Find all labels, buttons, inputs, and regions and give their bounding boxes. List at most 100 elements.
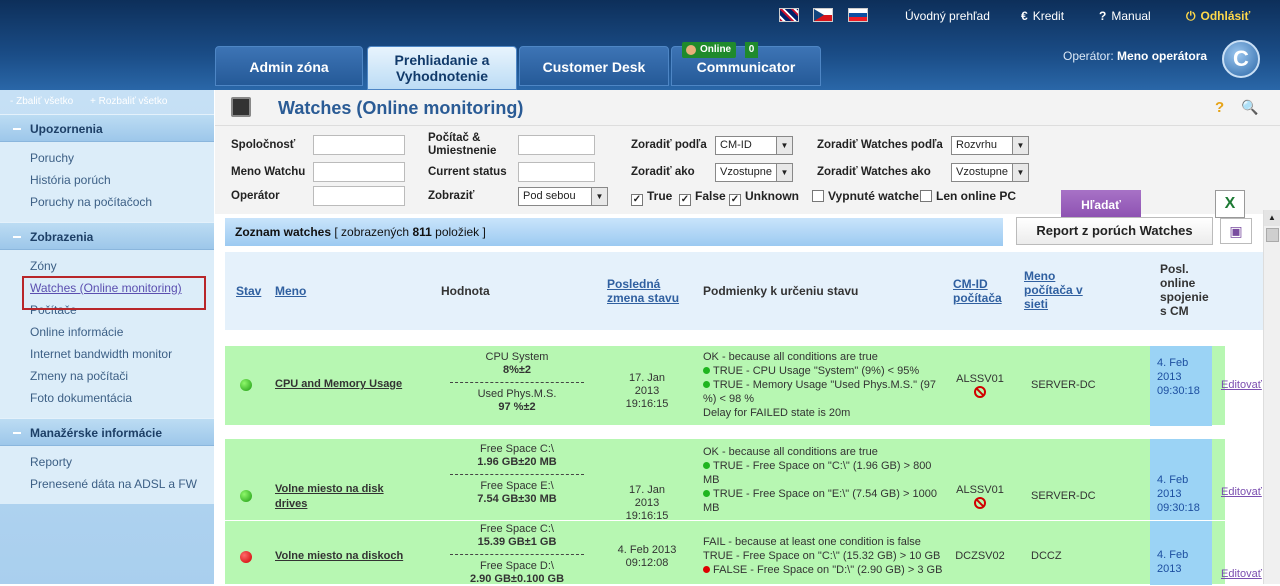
company-input[interactable] — [313, 135, 405, 155]
sidebar-item-pc-changes[interactable]: Zmeny na počítači — [30, 368, 214, 390]
disabled-watches-label: Vypnuté watche — [828, 189, 919, 203]
app-logo-icon: C — [1222, 40, 1260, 78]
czech-flag-icon[interactable] — [813, 8, 833, 22]
watch-name-link[interactable]: Volne miesto na disk drives — [275, 482, 384, 512]
pc-location-input[interactable] — [518, 135, 595, 155]
failure-report-button[interactable]: Report z porúch Watches — [1016, 217, 1213, 245]
condition-line: TRUE - Memory Usage "Used Phys.M.S." (97 — [703, 378, 943, 392]
value-number: 2.90 GB±0.100 GB — [469, 573, 565, 585]
power-icon: ⏻ — [1186, 9, 1196, 23]
help-icon[interactable]: ? — [1215, 99, 1224, 116]
table-row[interactable]: Volne miesto na diskoch Free Space C:\ 1… — [225, 520, 1262, 585]
watch-values: CPU System 8%±2 Used Phys.M.S. 97 %±2 — [442, 351, 592, 414]
net-name-value: SERVER-DC — [1031, 490, 1096, 502]
sidebar-section-management[interactable]: Manažérske informácie — [0, 418, 214, 446]
net-name-value: DCCZ — [1031, 550, 1062, 562]
last-change-time: 17. Jan 2013 19:16:15 — [617, 484, 677, 523]
operator-input[interactable] — [313, 186, 405, 206]
column-net-name[interactable]: Meno počítača v sieti — [1024, 269, 1083, 311]
tab-customer-desk[interactable]: Customer Desk — [519, 46, 669, 86]
column-last-connection-2: online — [1160, 276, 1196, 290]
home-overview-link[interactable]: Úvodný prehľad — [905, 9, 990, 23]
display-label: Zobraziť — [428, 190, 475, 202]
scroll-thumb[interactable] — [1266, 228, 1279, 242]
last-connection-cell: 4. Feb 2013 09:30:18 — [1150, 346, 1212, 426]
value-divider — [450, 474, 584, 475]
scroll-up-arrow-icon[interactable]: ▲ — [1264, 210, 1280, 226]
english-flag-icon[interactable] — [779, 8, 799, 22]
column-cmid-2: počítača — [953, 291, 1002, 305]
condition-text: TRUE - Free Space on "C:\" (1.96 GB) > 8… — [713, 460, 932, 472]
true-checkbox-label: True — [647, 189, 673, 203]
watch-name-link[interactable]: CPU and Memory Usage — [275, 378, 402, 391]
column-conditions: Podmienky k určeniu stavu — [703, 284, 859, 298]
sidebar-item-failure-history[interactable]: História porúch — [30, 172, 214, 194]
sidebar-item-failures[interactable]: Poruchy — [30, 150, 214, 172]
edit-link[interactable]: Editovať — [1221, 568, 1262, 580]
column-last-change[interactable]: Posledná zmena stavu — [607, 277, 679, 305]
disabled-watches-checkbox[interactable]: Vypnuté watche — [812, 189, 919, 203]
last-change-clock: 19:16:15 — [625, 398, 669, 410]
chevron-down-icon: ▼ — [1012, 137, 1028, 154]
sort-by-select[interactable]: CM-ID ▼ — [715, 136, 793, 155]
sidebar-section-views[interactable]: Zobrazenia — [0, 222, 214, 250]
watch-name-line-1: Volne miesto na disk — [275, 483, 384, 495]
slovak-flag-icon[interactable] — [848, 8, 868, 22]
conditions-text: FAIL - because at least one condition is… — [703, 535, 953, 577]
cmid-cell: ALSSV01 — [955, 373, 1005, 402]
last-connection-year: 2013 — [1157, 488, 1182, 500]
blocked-icon — [974, 386, 986, 398]
column-cmid[interactable]: CM-ID počítača — [953, 277, 1002, 305]
vertical-scrollbar[interactable]: ▲ — [1263, 210, 1280, 584]
sidebar-item-online-info[interactable]: Online informácie — [30, 324, 214, 346]
condition-text: %) < 98 % — [703, 393, 755, 405]
logout-link[interactable]: ⏻ Odhlásiť — [1186, 9, 1250, 24]
table-row[interactable]: CPU and Memory Usage CPU System 8%±2 Use… — [225, 345, 1262, 426]
sort-watches-by-select[interactable]: Rozvrhu ▼ — [951, 136, 1029, 155]
value-label: Free Space D:\ — [480, 560, 554, 572]
table-row[interactable]: Volne miesto na disk drives Free Space C:… — [225, 438, 1262, 523]
true-dot-icon — [703, 381, 710, 388]
list-shown-count: 811 — [412, 225, 432, 239]
edit-link[interactable]: Editovať — [1221, 486, 1262, 498]
sort-watches-as-select[interactable]: Vzostupne ▼ — [951, 163, 1029, 182]
true-checkbox[interactable]: ✓ True — [631, 189, 672, 206]
current-status-input[interactable] — [518, 162, 595, 182]
watch-name-link[interactable]: Volne miesto na diskoch — [275, 550, 403, 563]
column-net-name-1: Meno — [1024, 269, 1056, 283]
tab-browse-evaluation[interactable]: Prehliadanie a Vyhodnotenie — [367, 46, 517, 90]
sidebar-item-watches[interactable]: Watches (Online monitoring) — [22, 276, 214, 310]
column-name[interactable]: Meno — [275, 284, 306, 298]
value-number: 1.96 GB±20 MB — [477, 456, 557, 468]
expand-all-link[interactable]: + Rozbaliť všetko — [90, 96, 167, 107]
sidebar-item-reports[interactable]: Reporty — [30, 454, 214, 476]
sidebar-item-bandwidth[interactable]: Internet bandwidth monitor — [30, 346, 214, 368]
credit-link[interactable]: € Kredit — [1021, 9, 1064, 23]
value-label: Free Space C:\ — [480, 523, 554, 535]
edit-link[interactable]: Editovať — [1221, 379, 1262, 391]
display-select[interactable]: Pod sebou ▼ — [518, 187, 608, 206]
euro-icon: € — [1021, 9, 1028, 23]
online-status-badge[interactable]: Online — [682, 42, 737, 58]
condition-line: TRUE - CPU Usage "System" (9%) < 95% — [703, 364, 943, 378]
sort-watches-as-label: Zoradiť Watches ako — [817, 166, 931, 178]
false-checkbox[interactable]: ✓ False — [679, 189, 726, 206]
sidebar-item-pc-failures[interactable]: Poruchy na počítačoch — [30, 194, 214, 216]
tab-admin-zone[interactable]: Admin zóna — [215, 46, 363, 86]
column-status[interactable]: Stav — [236, 284, 261, 298]
manual-link[interactable]: ? Manual — [1099, 9, 1151, 23]
sort-as-select[interactable]: Vzostupne ▼ — [715, 163, 793, 182]
chevron-down-icon: ▼ — [1012, 164, 1028, 181]
unknown-checkbox[interactable]: ✓ Unknown — [729, 189, 799, 206]
sidebar-item-adsl-data[interactable]: Prenesené dáta na ADSL a FW — [30, 476, 214, 498]
column-net-name-2: počítača v — [1024, 283, 1083, 297]
collapse-all-link[interactable]: - Zbaliť všetko — [10, 96, 73, 107]
magnifier-icon[interactable]: 🔍 — [1241, 99, 1258, 116]
operator-name: Meno operátora — [1117, 49, 1208, 63]
save-icon[interactable]: ▣ — [1220, 218, 1252, 244]
blocked-icon — [974, 497, 986, 509]
sidebar-item-photo-docs[interactable]: Foto dokumentácia — [30, 390, 214, 412]
watch-name-input[interactable] — [313, 162, 405, 182]
sidebar-section-alerts[interactable]: Upozornenia — [0, 114, 214, 142]
online-pc-checkbox[interactable]: Len online PC — [920, 189, 1016, 203]
